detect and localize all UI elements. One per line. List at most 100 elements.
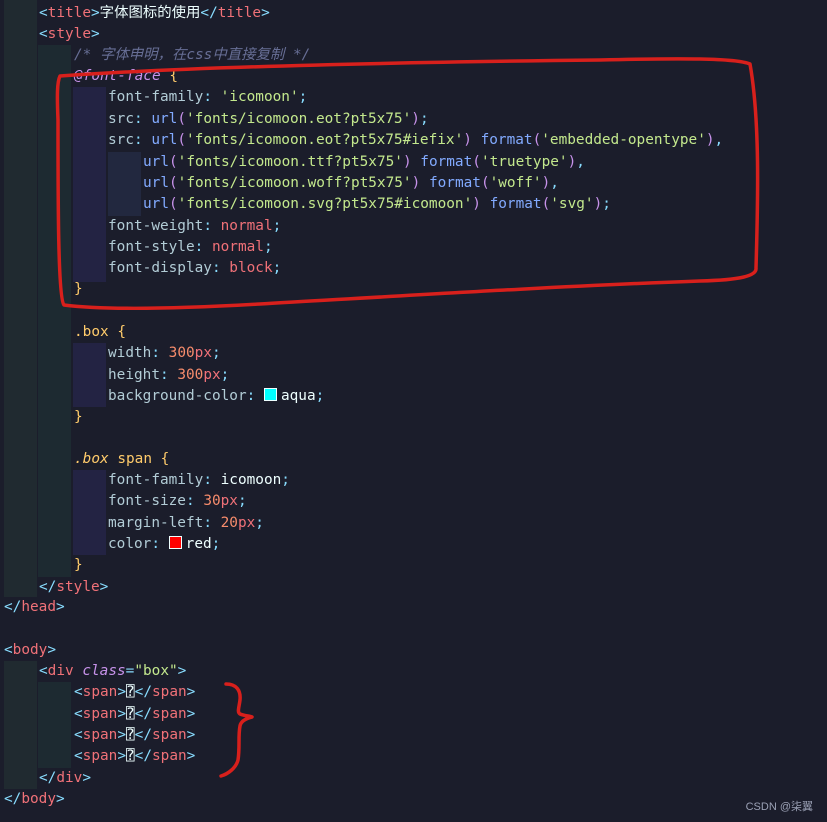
code-token: > xyxy=(117,706,126,722)
code-token: 'fonts/icomoon.eot?pt5x75' xyxy=(186,111,412,127)
code-line: <span>⍰</span> xyxy=(0,725,195,746)
code-token: format xyxy=(480,132,533,148)
code-line: </style> xyxy=(0,577,108,598)
code-token: > xyxy=(117,727,126,743)
watermark: CSDN @柒翼 xyxy=(745,801,813,813)
code-token: > xyxy=(91,26,100,42)
code-token: ) xyxy=(593,196,603,212)
code-token: font-weight xyxy=(108,218,204,234)
code-token: format xyxy=(428,175,481,191)
code-token: ; xyxy=(602,196,611,212)
code-token: : xyxy=(134,111,152,127)
code-token: ⍰ xyxy=(126,684,135,700)
code-token: </ xyxy=(39,770,57,786)
code-token: height xyxy=(108,367,160,383)
code-token: ) xyxy=(567,154,577,170)
code-token: 'fonts/icomoon.eot?pt5x75#iefix' xyxy=(186,132,464,148)
code-editor[interactable]: <title>字体图标的使用</title> <style>/* 字体申明，在cs… xyxy=(0,0,827,822)
code-line: <style> xyxy=(0,24,100,45)
code-token: ; xyxy=(298,89,308,105)
code-token: : xyxy=(211,260,230,276)
code-token: div xyxy=(47,663,74,679)
code-token: width xyxy=(108,345,152,361)
code-token: url xyxy=(151,132,178,148)
code-token: title xyxy=(217,5,262,21)
code-token: url xyxy=(143,154,169,170)
code-token: src xyxy=(108,132,134,148)
code-line: src: url('fonts/icomoon.eot?pt5x75'); xyxy=(0,109,429,130)
code-token: < xyxy=(74,706,83,722)
code-token: ) xyxy=(705,132,715,148)
code-token: body xyxy=(12,642,48,658)
code-token: > xyxy=(117,748,126,764)
code-token: ; xyxy=(272,260,282,276)
code-line: <span>⍰</span> xyxy=(0,704,195,725)
code-token: , xyxy=(550,175,559,191)
code-token: font-size xyxy=(108,493,186,509)
code-token: : xyxy=(185,493,204,509)
code-token: url xyxy=(143,175,169,191)
code-token: normal xyxy=(220,218,273,234)
code-token: px xyxy=(220,493,238,509)
code-token: icomoon xyxy=(220,472,282,488)
code-token: ( xyxy=(177,111,186,127)
code-token: : xyxy=(194,239,212,255)
code-line: </body> xyxy=(0,789,65,810)
code-token: < xyxy=(39,663,48,679)
code-token: ( xyxy=(541,196,551,212)
code-line: <div class="box"> xyxy=(0,661,186,682)
code-token: ( xyxy=(472,154,481,170)
code-token: > xyxy=(55,599,65,615)
code-line: font-size: 30px; xyxy=(0,491,247,512)
code-token: : xyxy=(203,218,221,234)
code-line: color: red; xyxy=(0,534,220,555)
code-token: : xyxy=(203,89,221,105)
code-token: : xyxy=(134,132,152,148)
code-token: ; xyxy=(237,493,247,509)
code-token: < xyxy=(74,684,83,700)
code-token: ; xyxy=(315,388,325,404)
code-token: : xyxy=(203,472,221,488)
code-token: block xyxy=(229,260,273,276)
code-token: span xyxy=(82,684,118,700)
code-token: span xyxy=(152,706,187,722)
code-token: , xyxy=(576,154,585,170)
code-token: 'fonts/icomoon.ttf?pt5x75' xyxy=(177,154,403,170)
code-token: px xyxy=(203,367,221,383)
code-token: </ xyxy=(4,599,22,615)
code-token: font-style xyxy=(108,239,195,255)
code-line: .box { xyxy=(0,322,126,343)
code-token: margin-left xyxy=(108,515,204,531)
code-line: .box span { xyxy=(0,449,169,470)
code-token: ) xyxy=(541,175,551,191)
code-token: style xyxy=(47,26,91,42)
code-token: ( xyxy=(169,175,178,191)
code-token: span xyxy=(82,748,118,764)
code-token: ( xyxy=(532,132,542,148)
code-token: 'woff' xyxy=(489,175,542,191)
code-token: 'icomoon' xyxy=(220,89,299,105)
color-swatch[interactable] xyxy=(168,536,182,549)
code-token: font-family xyxy=(108,89,204,105)
code-token: < xyxy=(39,5,48,21)
color-swatch[interactable] xyxy=(263,388,277,401)
code-token: } xyxy=(74,281,83,297)
code-line: <span>⍰</span> xyxy=(0,746,195,767)
code-token: </ xyxy=(134,706,152,722)
code-line: @font-face { xyxy=(0,66,178,87)
code-token: > xyxy=(117,684,126,700)
code-token: ⍰ xyxy=(126,706,135,722)
code-token: : xyxy=(159,367,178,383)
code-token: < xyxy=(39,26,48,42)
code-line: font-family: 'icomoon'; xyxy=(0,87,307,108)
code-token: 'truetype' xyxy=(480,154,568,170)
code-token: } xyxy=(74,409,83,425)
code-token: 'fonts/icomoon.svg?pt5x75#icomoon' xyxy=(177,196,473,212)
code-token: span xyxy=(82,727,118,743)
